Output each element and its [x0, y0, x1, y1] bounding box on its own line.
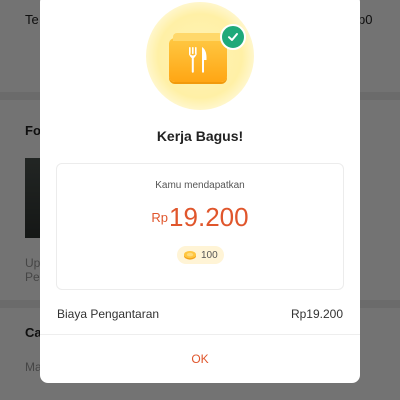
earnings-label: Kamu mendapatkan — [155, 180, 245, 191]
points-badge: 100 — [177, 246, 224, 264]
cutlery-icon — [189, 47, 207, 73]
earnings-value: 19.200 — [169, 202, 249, 232]
earnings-card: Kamu mendapatkan Rp19.200 100 — [56, 163, 344, 290]
dialog-title: Kerja Bagus! — [156, 128, 244, 144]
coin-icon — [184, 251, 196, 260]
earnings-currency: Rp — [151, 210, 169, 225]
check-badge — [220, 24, 246, 50]
food-order-illustration — [169, 33, 227, 82]
delivery-fee-label: Biaya Pengantaran — [57, 307, 160, 321]
points-value: 100 — [201, 249, 218, 261]
delivery-fee-value: Rp19.200 — [290, 307, 343, 321]
ok-button[interactable]: OK — [40, 335, 360, 383]
success-dialog: Kerja Bagus! Kamu mendapatkan Rp19.200 1… — [40, 0, 360, 383]
check-icon — [228, 33, 238, 41]
earnings-amount: Rp19.200 — [57, 202, 343, 233]
